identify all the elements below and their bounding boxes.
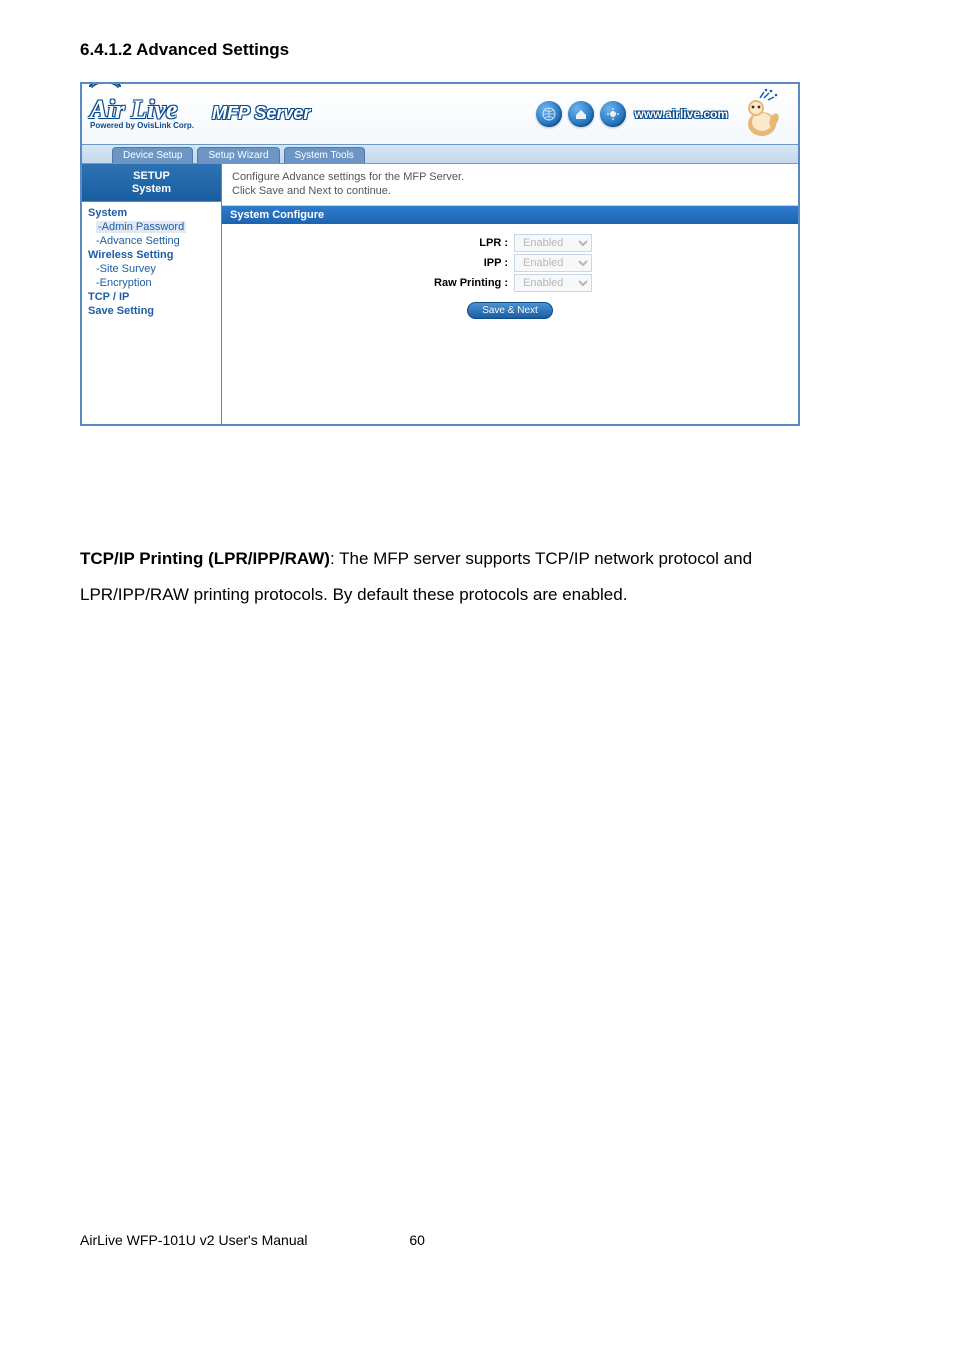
tabs-row: Device Setup Setup Wizard System Tools bbox=[82, 144, 798, 164]
form-area: LPR : Enabled IPP : Enabled Raw Printing… bbox=[222, 224, 798, 327]
row-ipp: IPP : Enabled bbox=[234, 254, 786, 272]
button-row: Save & Next bbox=[234, 302, 786, 319]
sidebar-list: System -Admin Password -Advance Setting … bbox=[82, 202, 221, 322]
sidebar: SETUP System System -Admin Password -Adv… bbox=[82, 164, 222, 424]
label-ipp: IPP : bbox=[234, 257, 514, 269]
product-title: MFP Server bbox=[212, 103, 310, 124]
description-line1: Configure Advance settings for the MFP S… bbox=[232, 170, 788, 184]
globe-icon[interactable] bbox=[536, 101, 562, 127]
footer-page: 60 bbox=[409, 1232, 425, 1248]
sidebar-item-advance-setting[interactable]: -Advance Setting bbox=[88, 234, 215, 248]
sidebar-item-system[interactable]: System bbox=[88, 206, 215, 220]
sidebar-header: SETUP System bbox=[82, 164, 221, 202]
header-banner: Air Live Powered by OvisLink Corp. MFP S… bbox=[82, 84, 798, 144]
header-right: www.airlive.com bbox=[536, 86, 790, 142]
sidebar-item-tcpip[interactable]: TCP / IP bbox=[88, 290, 215, 304]
tab-setup-wizard[interactable]: Setup Wizard bbox=[197, 147, 279, 163]
sidebar-item-site-survey[interactable]: -Site Survey bbox=[88, 262, 215, 276]
app-frame: Air Live Powered by OvisLink Corp. MFP S… bbox=[80, 82, 800, 426]
logo: Air Live Powered by OvisLink Corp. bbox=[90, 98, 194, 129]
logo-brand: Air Live bbox=[90, 98, 194, 121]
sidebar-item-wireless-setting[interactable]: Wireless Setting bbox=[88, 248, 215, 262]
main-columns: SETUP System System -Admin Password -Adv… bbox=[82, 164, 798, 424]
label-raw: Raw Printing : bbox=[234, 277, 514, 289]
tab-system-tools[interactable]: System Tools bbox=[284, 147, 365, 163]
row-raw: Raw Printing : Enabled bbox=[234, 274, 786, 292]
logo-swoosh-icon bbox=[86, 84, 124, 92]
sidebar-item-encryption[interactable]: -Encryption bbox=[88, 276, 215, 290]
home-icon[interactable] bbox=[568, 101, 594, 127]
tab-device-setup[interactable]: Device Setup bbox=[112, 147, 193, 163]
sidebar-header-line1: SETUP bbox=[82, 170, 221, 183]
select-ipp[interactable]: Enabled bbox=[514, 254, 592, 272]
row-lpr: LPR : Enabled bbox=[234, 234, 786, 252]
content-panel: Configure Advance settings for the MFP S… bbox=[222, 164, 798, 424]
paragraph-bold: TCP/IP Printing (LPR/IPP/RAW) bbox=[80, 549, 330, 568]
select-lpr[interactable]: Enabled bbox=[514, 234, 592, 252]
section-heading: 6.4.1.2 Advanced Settings bbox=[80, 40, 874, 60]
description: Configure Advance settings for the MFP S… bbox=[222, 164, 798, 206]
sidebar-item-save-setting[interactable]: Save Setting bbox=[88, 304, 215, 318]
select-raw[interactable]: Enabled bbox=[514, 274, 592, 292]
sidebar-header-line2: System bbox=[82, 183, 221, 196]
save-next-button[interactable]: Save & Next bbox=[467, 302, 553, 319]
description-line2: Click Save and Next to continue. bbox=[232, 184, 788, 198]
config-icon[interactable] bbox=[600, 101, 626, 127]
label-lpr: LPR : bbox=[234, 237, 514, 249]
page-footer: AirLive WFP-101U v2 User's Manual 60 bbox=[80, 1232, 874, 1248]
site-link[interactable]: www.airlive.com bbox=[634, 107, 728, 121]
mascot-image bbox=[740, 86, 790, 142]
panel-title: System Configure bbox=[222, 206, 798, 224]
body-paragraph: TCP/IP Printing (LPR/IPP/RAW): The MFP s… bbox=[80, 541, 810, 612]
footer-title: AirLive WFP-101U v2 User's Manual bbox=[80, 1232, 308, 1248]
sidebar-item-admin-password[interactable]: -Admin Password bbox=[88, 220, 215, 234]
